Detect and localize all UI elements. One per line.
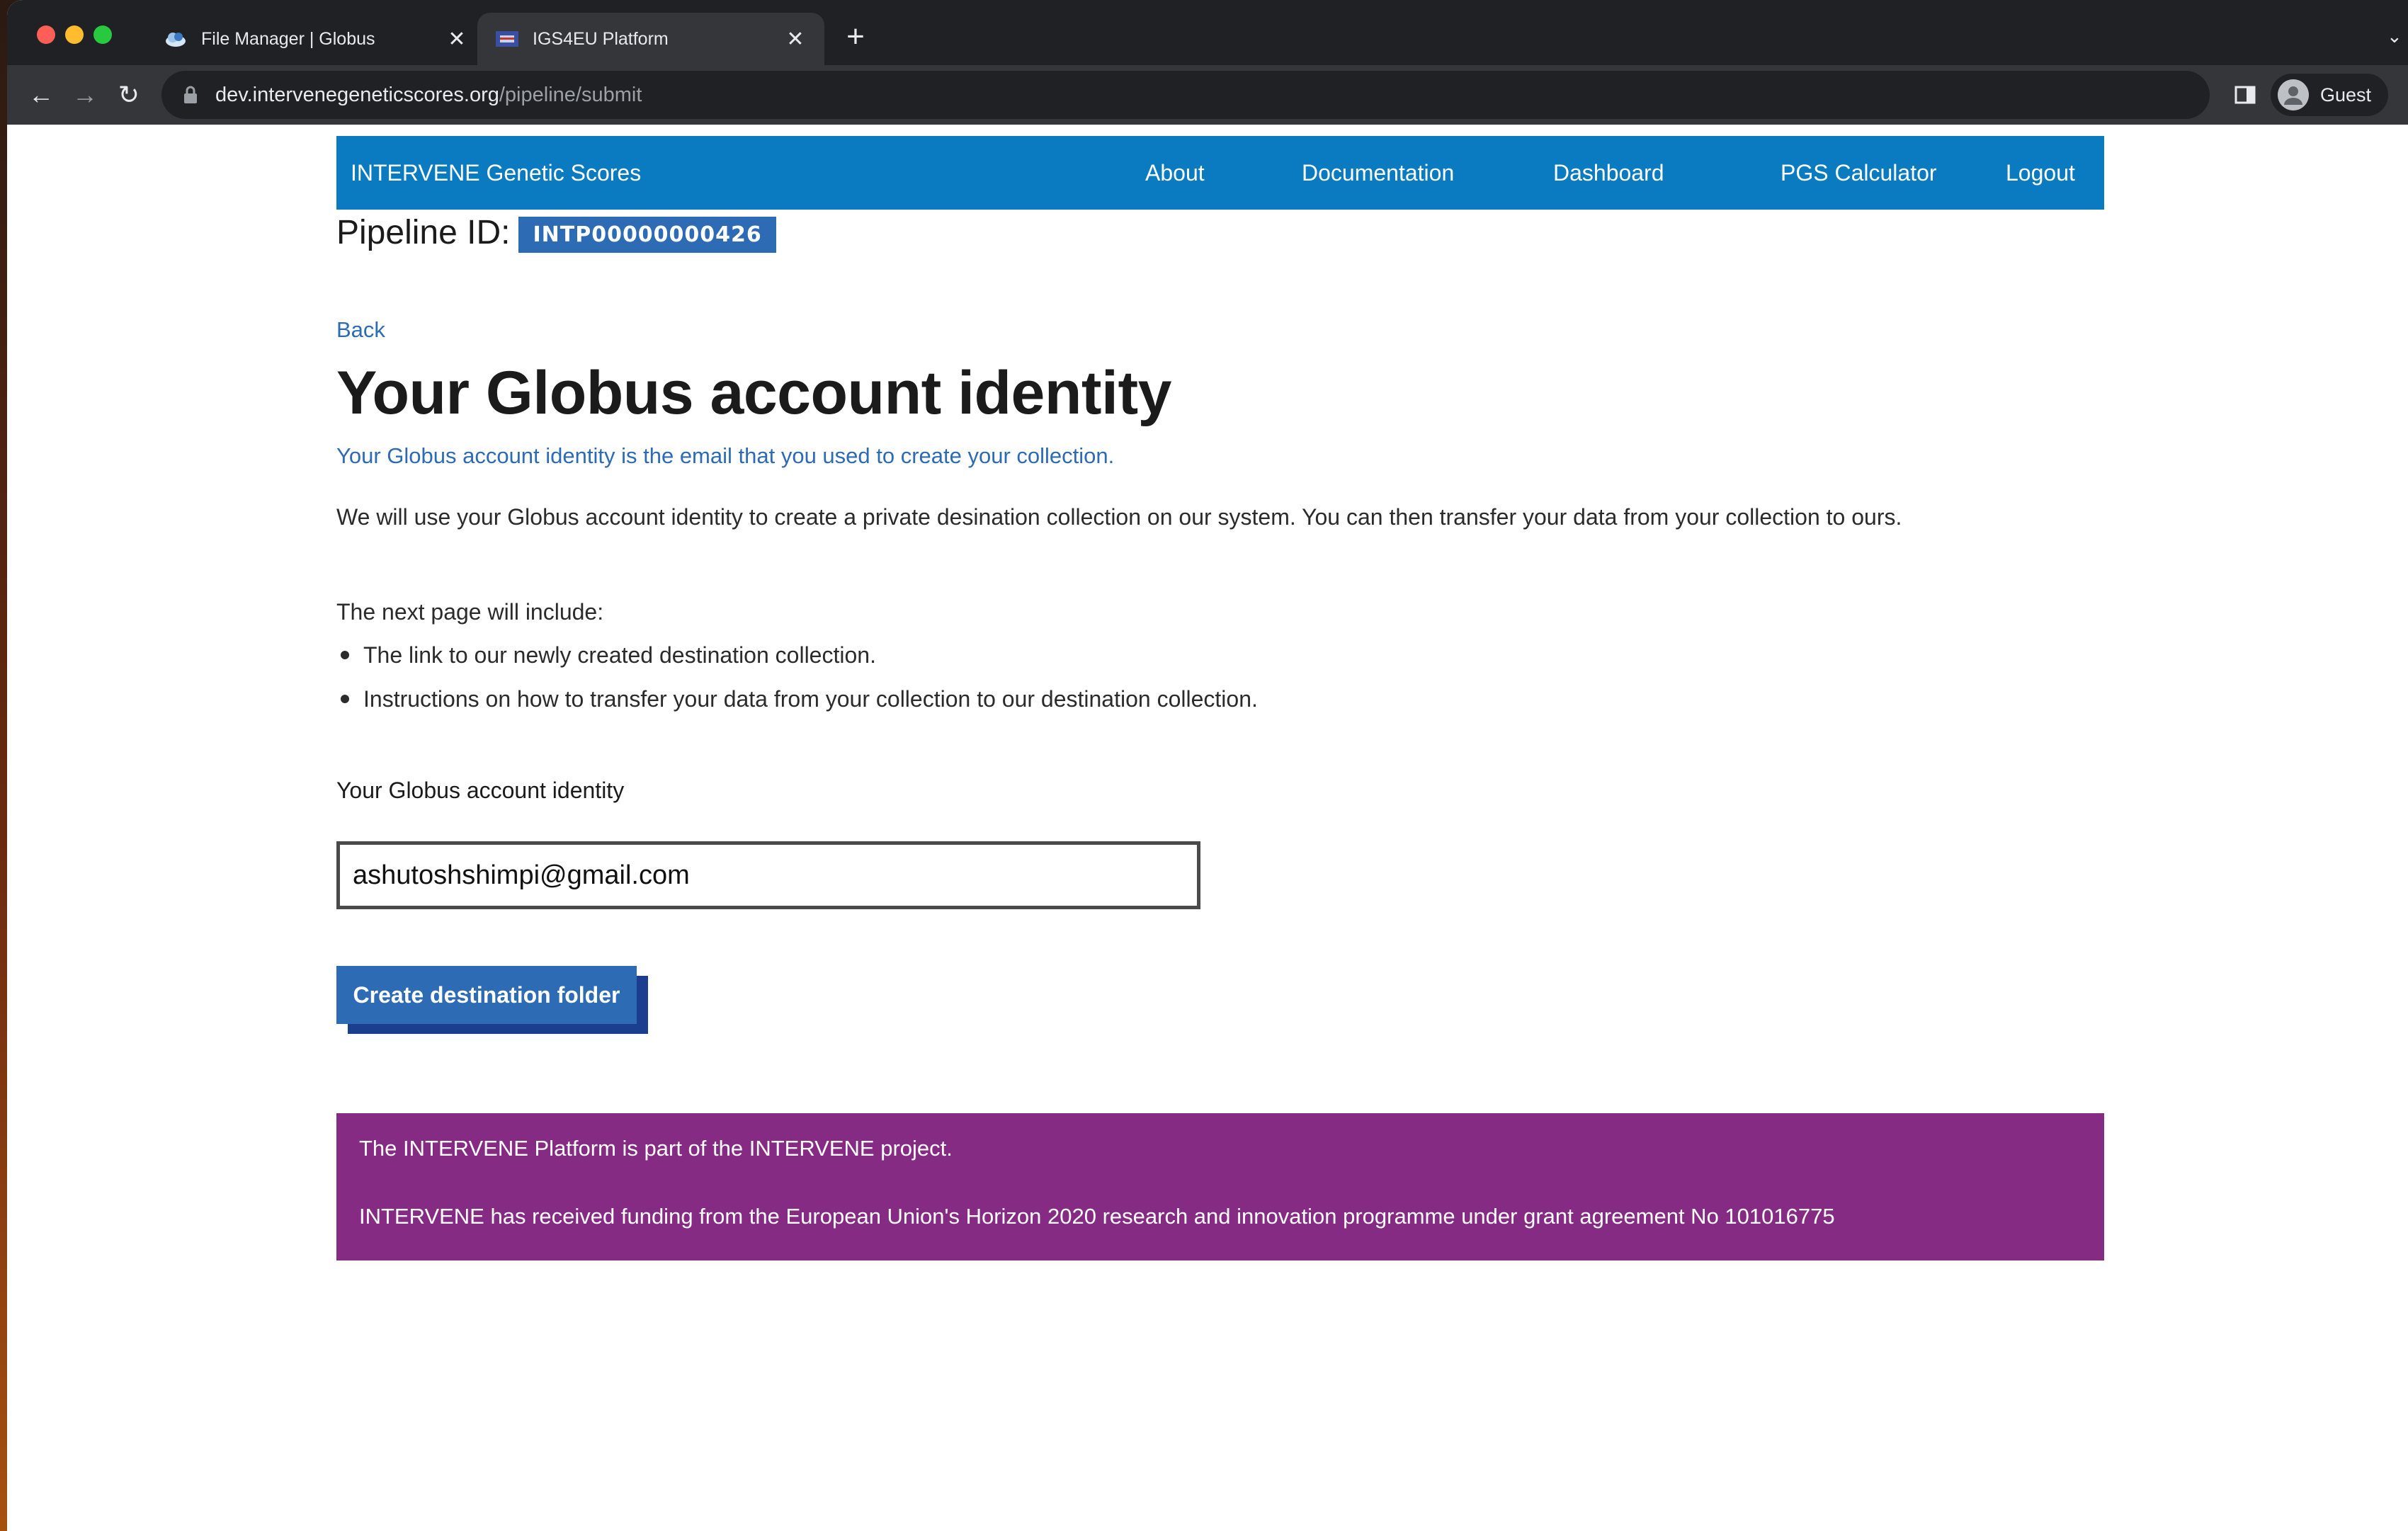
footer-funding-text: INTERVENE has received funding from the …	[359, 1204, 1835, 1229]
site-header: INTERVENE Genetic Scores About Documenta…	[336, 136, 2104, 210]
page-subtitle: Your Globus account identity is the emai…	[336, 443, 1115, 468]
globus-cloud-icon	[164, 28, 187, 50]
eu-flag-icon	[496, 28, 518, 50]
tab-igs4eu-platform[interactable]: IGS4EU Platform ✕	[477, 13, 824, 65]
browser-window: File Manager | Globus ✕ IGS4EU Platform …	[7, 0, 2408, 1531]
next-page-list: The link to our newly created destinatio…	[336, 633, 1258, 721]
list-item-text: The link to our newly created destinatio…	[363, 642, 876, 668]
brand-link[interactable]: INTERVENE Genetic Scores	[351, 136, 641, 210]
tab-title: IGS4EU Platform	[533, 28, 669, 49]
list-item-text: Instructions on how to transfer your dat…	[363, 685, 1258, 712]
tab-title: File Manager | Globus	[201, 28, 375, 49]
tab-file-manager[interactable]: File Manager | Globus ✕	[146, 13, 486, 65]
back-arrow-icon[interactable]: ←	[25, 79, 57, 110]
back-link[interactable]: Back	[336, 317, 385, 343]
profile-label: Guest	[2320, 84, 2372, 106]
profile-button[interactable]: Guest	[2271, 74, 2388, 116]
browser-toolbar: ← → ↻ dev.intervenegeneticscores.org/pip…	[7, 65, 2408, 125]
bullet-icon	[341, 695, 349, 703]
forward-arrow-icon[interactable]: →	[69, 79, 101, 110]
nav-pgs-calculator[interactable]: PGS Calculator	[1781, 136, 1937, 210]
nav-dashboard[interactable]: Dashboard	[1553, 136, 1664, 210]
nav-about[interactable]: About	[1145, 136, 1205, 210]
list-item: Instructions on how to transfer your dat…	[336, 677, 1258, 721]
bullet-icon	[341, 651, 349, 659]
guest-avatar-icon	[2278, 79, 2309, 110]
new-tab-icon[interactable]: +	[840, 21, 871, 54]
create-destination-button[interactable]: Create destination folder	[336, 966, 637, 1024]
next-page-intro: The next page will include:	[336, 599, 604, 625]
footer: The INTERVENE Platform is part of the IN…	[336, 1113, 2104, 1260]
globus-identity-input[interactable]	[336, 841, 1200, 909]
close-tab-icon[interactable]: ✕	[785, 28, 806, 51]
url-path: /pipeline/submit	[499, 83, 642, 106]
lock-icon[interactable]	[183, 86, 198, 104]
side-panel-icon[interactable]	[2232, 82, 2258, 108]
description-text: We will use your Globus account identity…	[336, 504, 1902, 530]
pipeline-id-label: Pipeline ID:	[336, 214, 511, 251]
page-content: INTERVENE Genetic Scores About Documenta…	[7, 125, 2408, 1531]
maximize-window-button[interactable]	[93, 25, 112, 44]
reload-icon[interactable]: ↻	[113, 79, 144, 110]
minimize-window-button[interactable]	[65, 25, 84, 44]
pipeline-id-row: Pipeline ID: INTP00000000426	[336, 212, 776, 253]
create-destination-wrap: Create destination folder	[336, 966, 648, 1034]
globus-identity-label: Your Globus account identity	[336, 778, 625, 803]
close-window-button[interactable]	[37, 25, 55, 44]
nav-logout[interactable]: Logout	[2006, 136, 2075, 210]
url-host: dev.intervenegeneticscores.org	[215, 83, 499, 106]
close-tab-icon[interactable]: ✕	[446, 28, 467, 51]
list-item: The link to our newly created destinatio…	[336, 633, 1258, 677]
nav-documentation[interactable]: Documentation	[1302, 136, 1454, 210]
tab-search-chevron-icon[interactable]: ⌄	[2387, 25, 2408, 47]
page-title: Your Globus account identity	[336, 359, 1171, 427]
address-bar[interactable]: dev.intervenegeneticscores.org/pipeline/…	[161, 71, 2210, 119]
tab-strip: File Manager | Globus ✕ IGS4EU Platform …	[7, 0, 2408, 65]
pipeline-id-badge: INTP00000000426	[518, 217, 776, 253]
more-menu-icon[interactable]: ⋮	[2400, 81, 2408, 108]
footer-project-text: The INTERVENE Platform is part of the IN…	[359, 1136, 953, 1161]
